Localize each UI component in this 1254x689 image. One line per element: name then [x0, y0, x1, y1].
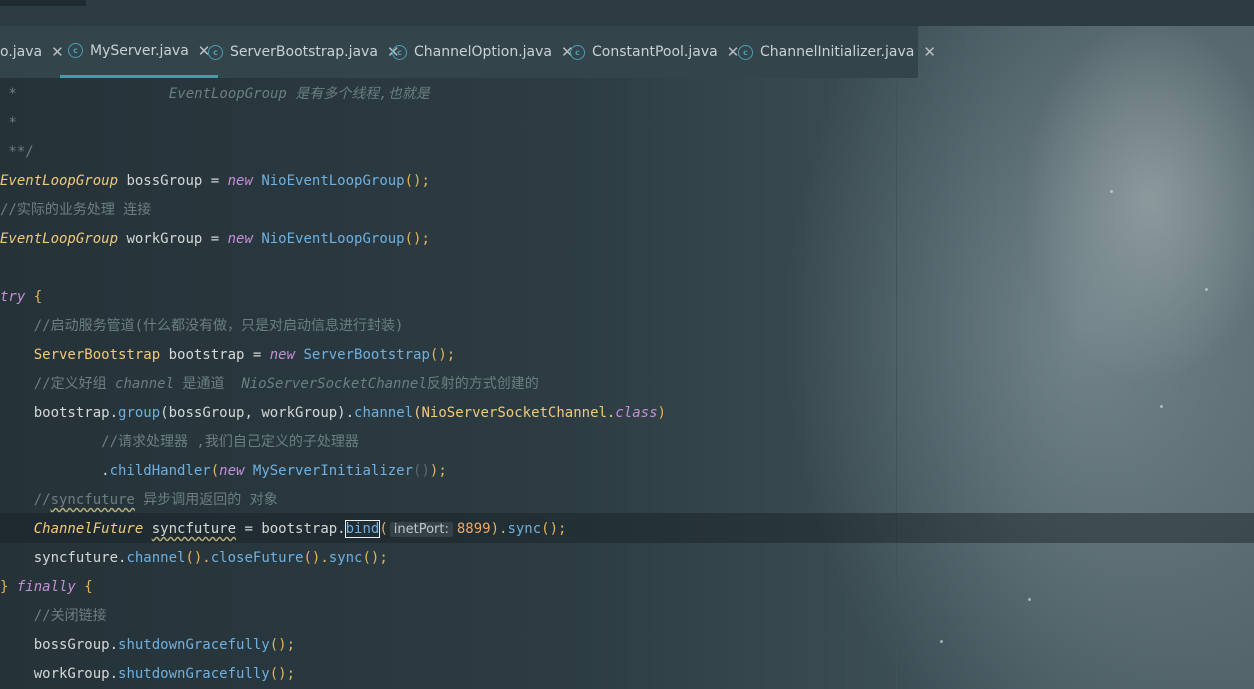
code-line-5: //实际的业务处理 连接 [0, 202, 152, 218]
tab-serverbootstrap-java[interactable]: c ServerBootstrap.java ✕ [208, 26, 400, 78]
toolbar-strip [0, 0, 1254, 26]
close-icon[interactable]: ✕ [923, 43, 936, 61]
snow-particle [1028, 598, 1031, 601]
code-line-1: * EventLoopGroup 是有多个线程,也就是 [0, 86, 430, 102]
tab-label: o.java [0, 44, 43, 60]
right-margin-guide [896, 78, 897, 689]
tab-label: ChannelOption.java [414, 44, 552, 60]
tab-label: ServerBootstrap.java [230, 44, 378, 60]
tab-label: ChannelInitializer.java [760, 44, 915, 60]
tab-channeloption-java[interactable]: c ChannelOption.java ✕ [392, 26, 574, 78]
snow-particle [1160, 405, 1163, 408]
code-line-8: //启动服务管道(什么都没有做，只是对启动信息进行封装) [0, 318, 404, 334]
tab-channelinitializer-java[interactable]: c ChannelInitializer.java ✕ [738, 26, 936, 78]
class-icon: c [208, 44, 223, 60]
code-line-10: //定义好组 channel 是通道 NioServerSocketChanne… [0, 376, 539, 392]
code-line-16: syncfuture.channel().closeFuture().sync(… [0, 550, 388, 566]
parameter-hint: inetPort: [389, 522, 453, 537]
tab-label: ConstantPool.java [592, 44, 718, 60]
class-icon: c [738, 44, 753, 60]
code-line-11: bootstrap.group(bossGroup, workGroup).ch… [0, 405, 666, 421]
class-icon: c [570, 44, 585, 60]
code-line-13: .childHandler(new MyServerInitializer())… [0, 463, 447, 479]
code-line-7: try { [0, 289, 43, 305]
code-line-4: EventLoopGroup bossGroup = new NioEventL… [0, 173, 430, 189]
tab-o-java[interactable]: o.java ✕ [0, 26, 64, 78]
class-icon: c [392, 44, 407, 60]
code-line-15: ChannelFuture syncfuture = bootstrap.bin… [0, 520, 567, 538]
code-line-6: EventLoopGroup workGroup = new NioEventL… [0, 231, 430, 247]
code-line-20: workGroup.shutdownGracefully(); [0, 666, 296, 682]
code-line-19: bossGroup.shutdownGracefully(); [0, 637, 296, 653]
snow-particle [940, 640, 943, 643]
code-line-9: ServerBootstrap bootstrap = new ServerBo… [0, 347, 456, 363]
code-line-2: * [0, 115, 17, 131]
code-line-12: //请求处理器 ,我们自己定义的子处理器 [0, 434, 359, 450]
tab-constantpool-java[interactable]: c ConstantPool.java ✕ [570, 26, 739, 78]
class-icon: c [68, 43, 83, 58]
bind-method-highlight[interactable]: bind [344, 520, 381, 538]
tab-label: MyServer.java [90, 42, 189, 59]
snow-particle [1110, 190, 1113, 193]
code-line-17: } finally { [0, 579, 93, 595]
snow-particle [1205, 288, 1208, 291]
tab-myserver-java[interactable]: c MyServer.java ✕ [60, 26, 219, 78]
code-line-18: //关闭链接 [0, 608, 107, 624]
code-line-14: //syncfuture 异步调用返回的 对象 [0, 492, 278, 508]
code-line-3: **/ [0, 144, 34, 160]
